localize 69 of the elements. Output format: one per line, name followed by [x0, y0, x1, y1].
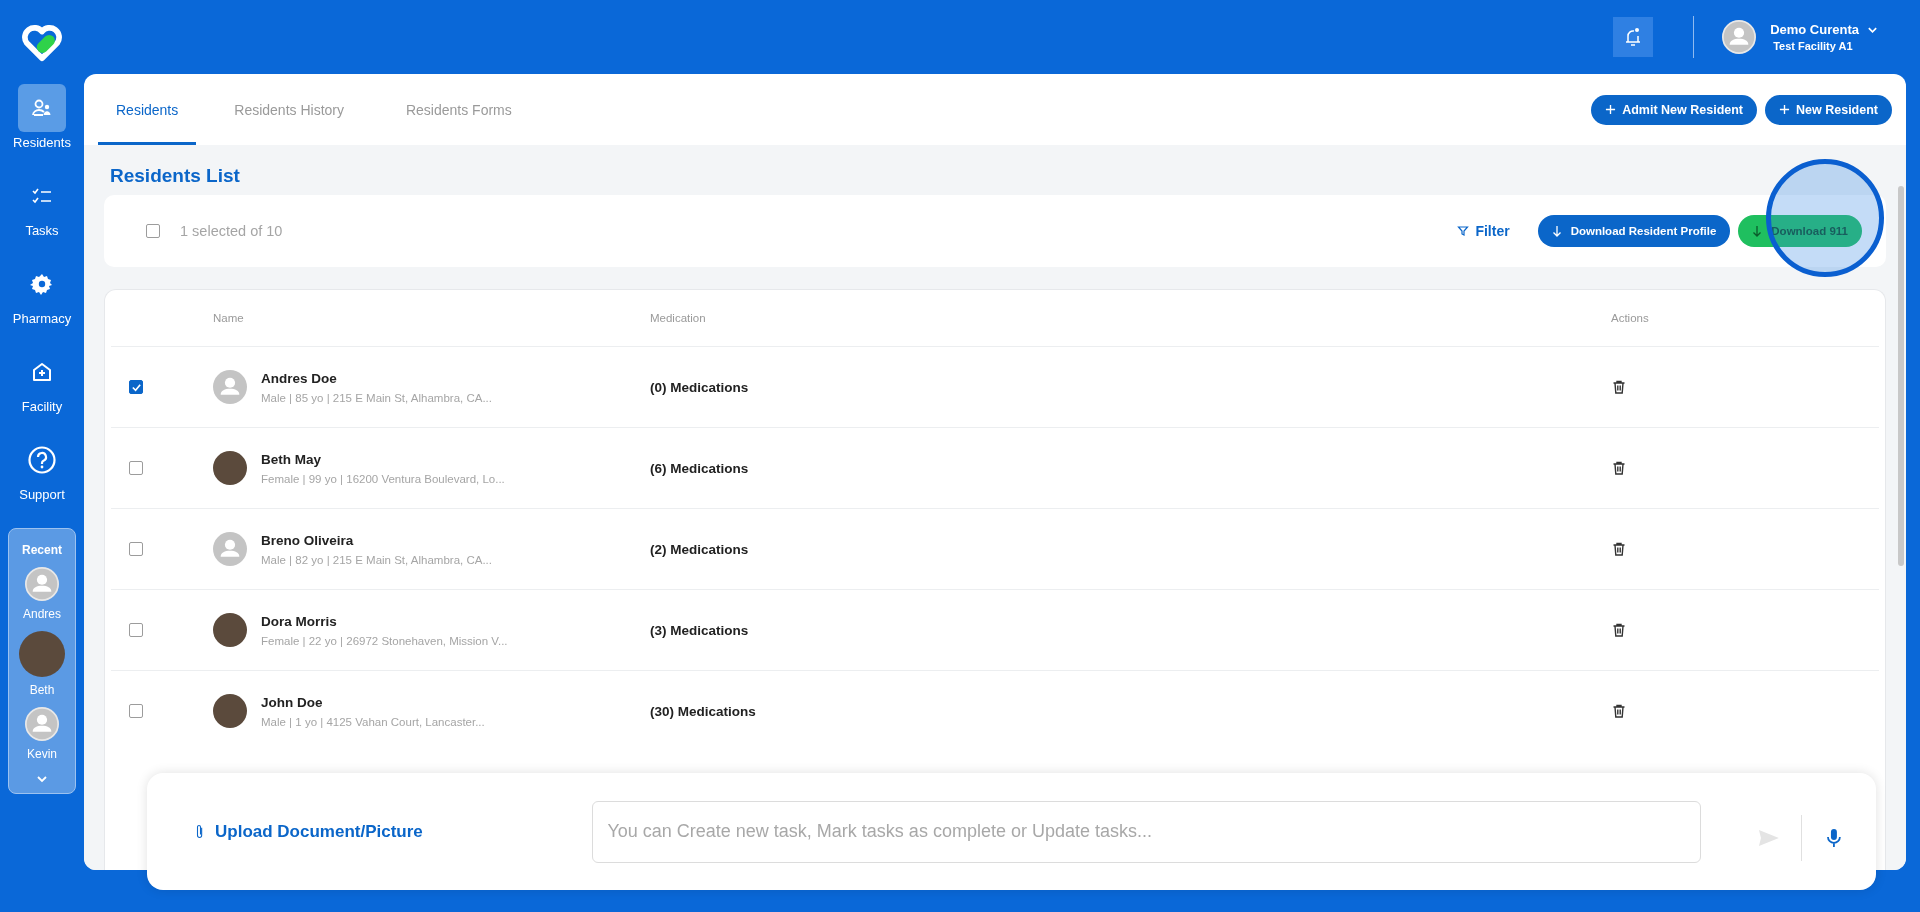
filter-button[interactable]: Filter	[1451, 222, 1516, 240]
trash-icon[interactable]	[1611, 460, 1627, 476]
recent-name: Andres	[23, 607, 61, 621]
medication-count: (30) Medications	[650, 703, 757, 719]
plus-icon	[1779, 104, 1791, 115]
house-plus-icon	[30, 360, 54, 384]
resident-name[interactable]: Beth May	[261, 451, 505, 467]
checkbox[interactable]	[129, 704, 143, 718]
resident-name[interactable]: Andres Doe	[261, 370, 492, 386]
checkbox[interactable]	[129, 542, 143, 556]
trash-icon[interactable]	[1611, 541, 1627, 557]
upload-link[interactable]: Upload Document/Picture	[195, 821, 593, 842]
nav-button[interactable]	[18, 84, 66, 132]
help-icon	[27, 445, 57, 475]
medication-count: (6) Medications	[650, 460, 750, 476]
recent-name: Beth	[29, 683, 55, 697]
nav-label: Residents	[13, 135, 71, 150]
column-header: Actions	[1611, 312, 1650, 324]
notification-button[interactable]	[1613, 17, 1654, 57]
filter-icon	[1457, 225, 1470, 237]
facility-name: Test Facility A1	[1773, 40, 1854, 52]
user-name[interactable]: Demo Curenta	[1770, 22, 1859, 37]
download-button[interactable]: Download Resident Profile	[1537, 215, 1731, 247]
checkbox[interactable]	[129, 623, 143, 637]
task-input-field[interactable]: You can Create new task, Mark tasks as complete or Update tasks...	[592, 800, 1702, 863]
column-header: Name	[213, 312, 245, 324]
plus-icon	[1605, 104, 1617, 115]
checkbox[interactable]	[129, 461, 143, 475]
medication-count: (2) Medications	[650, 541, 750, 557]
logo-icon	[19, 24, 65, 62]
recent-title: Recent	[22, 543, 62, 557]
scrollbar[interactable]	[1898, 186, 1904, 566]
checkbox[interactable]	[146, 224, 160, 238]
chevron-down-icon[interactable]	[36, 775, 48, 783]
checkbox[interactable]	[129, 380, 143, 394]
arrow-down-icon	[1752, 225, 1763, 237]
photo-placeholder[interactable]	[19, 631, 65, 677]
resident-details: Female | 22 yo | 26972 Stonehaven, Mission V...	[261, 634, 508, 647]
resident-name[interactable]: John Doe	[261, 694, 485, 710]
trash-icon[interactable]	[1611, 703, 1627, 719]
tab[interactable]: Residents History	[210, 74, 368, 145]
selection-count: 1 selected of 10	[180, 223, 283, 239]
resident-details: Male | 82 yo | 215 E Main St, Alhambra, CA...	[261, 553, 492, 566]
settings-icon	[30, 272, 54, 296]
avatar-icon[interactable]	[25, 707, 59, 741]
column-header: Medication	[650, 312, 707, 324]
resident-details: Male | 1 yo | 4125 Vahan Court, Lancaster...	[261, 715, 485, 728]
trash-icon[interactable]	[1611, 622, 1627, 638]
nav-label: Pharmacy	[12, 311, 72, 326]
medication-count: (3) Medications	[650, 622, 750, 638]
resident-details: Female | 99 yo | 16200 Ventura Boulevard, Lo...	[261, 472, 505, 485]
add-button[interactable]: Admit New Resident	[1591, 94, 1758, 125]
medication-count: (0) Medications	[650, 379, 750, 395]
recent-name: Kevin	[27, 747, 57, 761]
arrow-down-icon	[1551, 225, 1562, 237]
paperclip-icon	[195, 822, 205, 841]
nav-label: Tasks	[25, 223, 59, 238]
tab[interactable]: Residents Forms	[381, 74, 536, 145]
add-button[interactable]: New Resident	[1765, 94, 1892, 125]
list-title: Residents List	[110, 165, 241, 187]
nav-label: Support	[19, 487, 65, 502]
nav-label: Facility	[21, 399, 63, 414]
resident-name[interactable]: Dora Morris	[261, 613, 508, 629]
avatar-icon[interactable]	[25, 567, 59, 601]
chevron-down-icon[interactable]	[1867, 25, 1878, 34]
avatar-icon[interactable]	[1722, 20, 1757, 54]
resident-name[interactable]: Breno Oliveira	[261, 532, 492, 548]
trash-icon[interactable]	[1611, 379, 1627, 395]
resident-details: Male | 85 yo | 215 E Main St, Alhambra, CA...	[261, 391, 492, 404]
